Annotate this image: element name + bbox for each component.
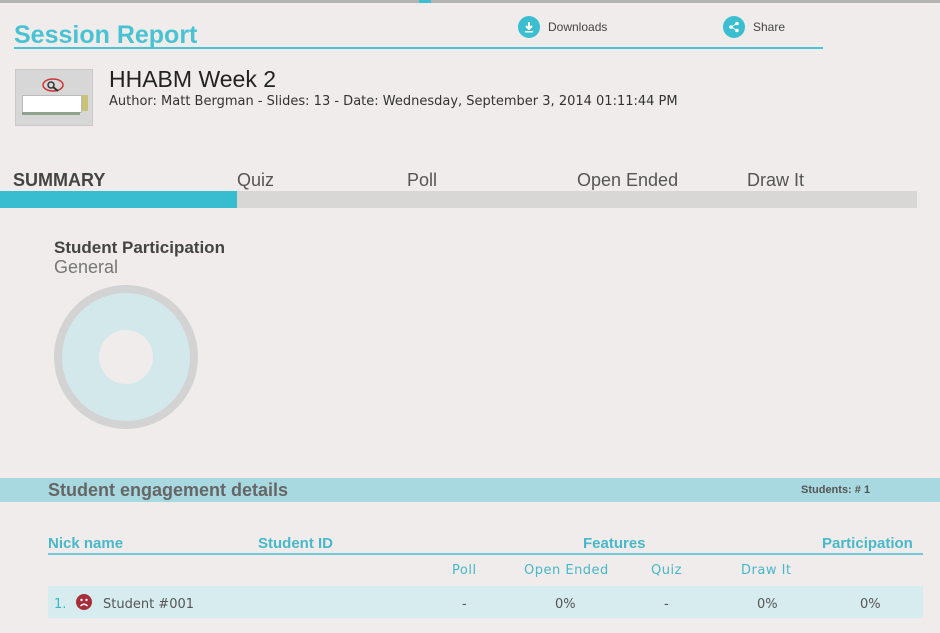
cell-participation: 0% [860, 597, 881, 612]
share-button[interactable]: Share [723, 15, 785, 39]
tab-active-indicator [0, 191, 237, 208]
col-draw-it[interactable]: Draw It [741, 563, 792, 578]
share-icon [723, 16, 745, 38]
col-nick-name[interactable]: Nick name [48, 535, 123, 552]
tab-quiz[interactable]: Quiz [237, 170, 274, 191]
col-open-ended[interactable]: Open Ended [524, 563, 609, 578]
col-participation[interactable]: Participation [822, 535, 913, 552]
session-title: HHABM Week 2 [109, 66, 277, 92]
cell-open-ended: 0% [555, 597, 576, 612]
participation-subtitle: General [54, 257, 119, 277]
session-thumbnail [15, 69, 93, 126]
tab-poll[interactable]: Poll [407, 170, 437, 191]
session-meta: Author: Matt Bergman - Slides: 13 - Date… [109, 94, 678, 109]
share-label: Share [753, 20, 786, 34]
donut-hole [99, 330, 153, 384]
col-student-id[interactable]: Student ID [258, 535, 333, 552]
participation-title: Student Participation [54, 238, 225, 257]
thumbnail-logo-icon [42, 78, 64, 92]
download-icon [518, 16, 540, 38]
downloads-button[interactable]: Downloads [518, 15, 607, 39]
header-divider [14, 47, 823, 49]
col-features: Features [583, 535, 646, 552]
tab-summary[interactable]: SUMMARY [13, 170, 105, 191]
participation-donut-chart [54, 285, 198, 429]
col-quiz[interactable]: Quiz [651, 563, 682, 578]
tab-draw-it[interactable]: Draw It [747, 170, 804, 191]
thumbnail-bar [22, 112, 80, 115]
report-tabs: SUMMARY Quiz Poll Open Ended Draw It [0, 170, 917, 208]
sad-face-icon [76, 594, 92, 610]
cell-quiz: - [664, 597, 669, 612]
student-name: Student #001 [103, 597, 195, 612]
row-number: 1. [54, 597, 67, 612]
top-border [0, 0, 940, 3]
students-count: Students: # 1 [801, 484, 871, 496]
top-border-accent [419, 0, 431, 3]
tab-open-ended[interactable]: Open Ended [577, 170, 678, 191]
cell-poll: - [462, 597, 467, 612]
col-poll[interactable]: Poll [452, 563, 477, 578]
table-header-divider [48, 553, 923, 555]
thumbnail-side [82, 95, 88, 111]
thumbnail-card [22, 95, 82, 113]
engagement-title: Student engagement details [48, 480, 289, 500]
page-title: Session Report [14, 21, 198, 49]
cell-draw-it: 0% [757, 597, 778, 612]
downloads-label: Downloads [548, 20, 608, 34]
